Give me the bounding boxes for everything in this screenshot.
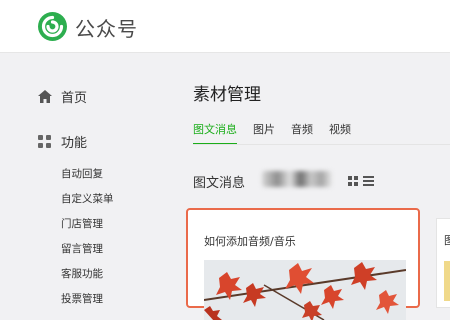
sidebar-item-features[interactable]: 功能: [38, 132, 87, 151]
grid-view-icon[interactable]: [348, 176, 358, 186]
brand-title[interactable]: 公众号: [75, 13, 138, 42]
home-icon: [38, 90, 52, 103]
sidebar-item-store-management[interactable]: 门店管理: [61, 212, 114, 237]
tab-video[interactable]: 视频: [329, 121, 351, 145]
tab-articles[interactable]: 图文消息: [193, 121, 237, 145]
features-submenu: 自动回复 自定义菜单 门店管理 留言管理 客服功能 投票管理: [61, 162, 114, 312]
article-card[interactable]: 如何添加音频/音乐: [186, 208, 420, 320]
sidebar-home-label: 首页: [61, 91, 88, 106]
redacted-count: [262, 171, 332, 187]
top-bar: 公众号: [0, 0, 450, 53]
sidebar-item-comment-management[interactable]: 留言管理: [61, 237, 114, 262]
sidebar-item-home[interactable]: 首页: [38, 87, 87, 106]
article-card-2[interactable]: 图: [436, 218, 450, 308]
article-card-2-title: 图: [444, 234, 450, 247]
tab-images[interactable]: 图片: [253, 121, 275, 145]
material-tabs: 图文消息 图片 音频 视频: [193, 121, 367, 145]
sidebar-item-custom-menu[interactable]: 自定义菜单: [61, 187, 114, 212]
list-view-icon[interactable]: [363, 176, 374, 186]
section-title: 图文消息: [193, 176, 246, 191]
page-title: 素材管理: [193, 85, 261, 105]
article-card-title: 如何添加音频/音乐: [204, 235, 296, 248]
tab-audio[interactable]: 音频: [291, 121, 313, 145]
tab-divider: [193, 144, 450, 145]
sidebar-item-customer-service[interactable]: 客服功能: [61, 262, 114, 287]
sidebar-item-auto-reply[interactable]: 自动回复: [61, 162, 114, 187]
sidebar-features-label: 功能: [61, 136, 88, 151]
grid-icon: [38, 135, 51, 148]
article-cover-image: [204, 260, 406, 320]
sidebar: 首页 功能 自动回复 自定义菜单 门店管理 留言管理 客服功能 投票管理: [0, 52, 170, 305]
article-card-2-image: [444, 261, 450, 301]
wechat-logo-icon[interactable]: [38, 12, 67, 41]
